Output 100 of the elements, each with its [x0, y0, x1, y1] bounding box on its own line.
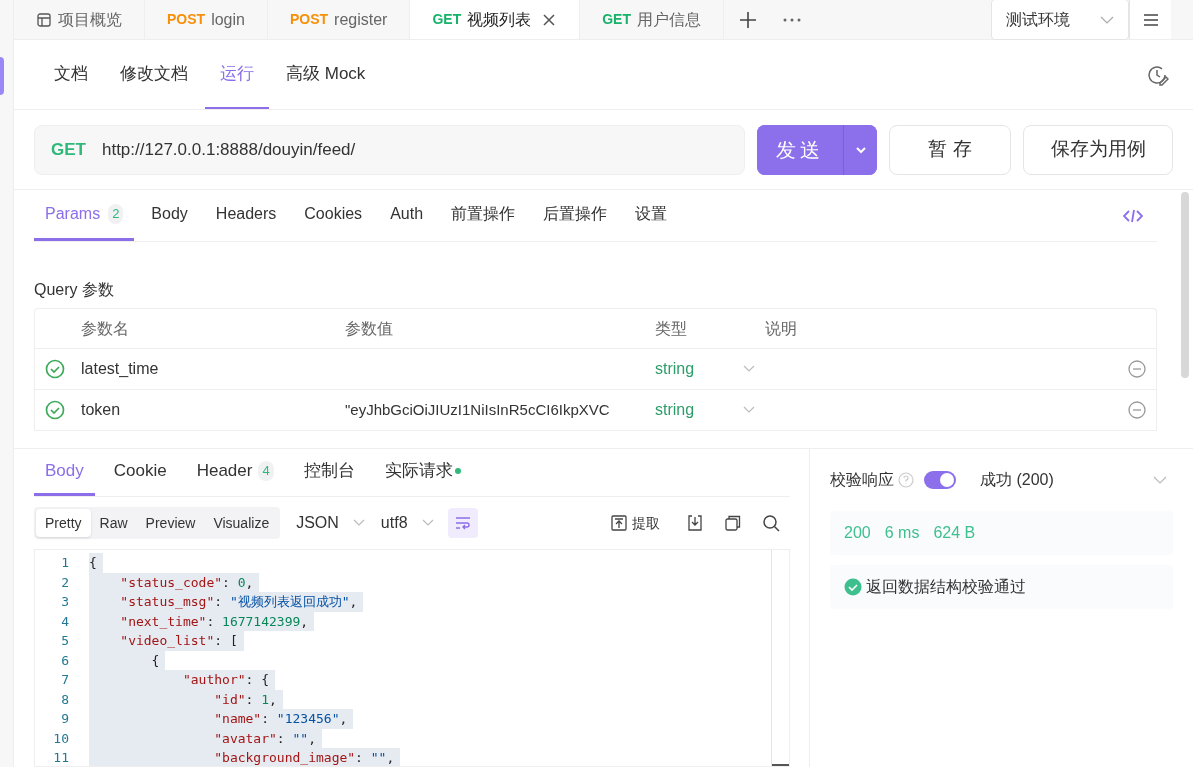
checkbox[interactable] [45, 359, 65, 379]
column-header: 参数名 [80, 318, 130, 339]
method-label: GET [602, 10, 631, 29]
view-mode-tab[interactable]: Preview [136, 509, 205, 537]
tab-label: 视频列表 [467, 9, 532, 30]
line-number: 10 [53, 729, 69, 748]
menu-icon [1142, 13, 1159, 26]
chevron-down-icon [1100, 15, 1114, 24]
wrap-toggle-button[interactable] [447, 508, 478, 538]
check-circle-icon [844, 578, 862, 596]
request-tab[interactable]: Params 2 [34, 190, 135, 241]
column-header: 说明 [765, 318, 798, 339]
param-value: "eyJhbGciOiJIUzI1NiIsInR5cCI6IkpXVC [345, 401, 610, 418]
line-number: 8 [61, 690, 69, 709]
document-tab[interactable]: GET 视频列表 [410, 0, 581, 39]
request-tab[interactable]: Cookies [293, 190, 374, 241]
scrollbar[interactable] [1181, 192, 1189, 378]
checkbox[interactable] [45, 400, 65, 420]
help-icon [898, 472, 914, 488]
param-name: latest_time [81, 359, 159, 379]
method-label: POST [167, 10, 206, 29]
search-icon[interactable] [762, 514, 780, 532]
response-size: 624 B [933, 523, 976, 543]
line-number: 4 [61, 612, 69, 631]
tab-label: 用户信息 [637, 9, 701, 30]
response-tab[interactable]: Cookie [102, 449, 178, 496]
wrap-icon [454, 516, 471, 530]
tab-label: login [211, 9, 245, 30]
line-number: 1 [61, 554, 69, 572]
validation-label: 校验响应 [830, 470, 894, 490]
view-mode-tab[interactable]: Raw [90, 509, 137, 537]
request-tab[interactable]: 设置 [624, 190, 679, 241]
request-tab[interactable]: Headers [204, 190, 288, 241]
line-number: 6 [61, 651, 69, 670]
line-number: 5 [61, 632, 69, 650]
request-tab[interactable]: Auth [379, 190, 435, 241]
mode-tab[interactable]: 运行 [205, 40, 269, 109]
line-number: 2 [61, 573, 69, 592]
close-icon [541, 11, 558, 28]
document-tab[interactable]: GET 用户信息 [580, 0, 724, 39]
url-field[interactable]: GET http://127.0.0.1:8888/douyin/feed/ [34, 124, 745, 175]
remove-icon[interactable] [1128, 401, 1146, 419]
environment-select[interactable]: 测试环境 [991, 0, 1129, 40]
download-icon[interactable] [687, 515, 703, 531]
response-time: 6 ms [884, 523, 920, 543]
save-as-case-button[interactable]: 保存为用例 [1023, 124, 1173, 175]
tab-label: 项目概览 [58, 9, 122, 30]
param-name: token [81, 400, 121, 420]
view-mode-tab[interactable]: Pretty [36, 509, 91, 537]
view-mode-tab[interactable]: Visualize [204, 509, 279, 537]
code-icon [1123, 208, 1143, 223]
method-label: GET [432, 10, 462, 29]
mode-tab[interactable]: 修改文档 [105, 40, 203, 109]
chevron-down-icon [421, 519, 434, 527]
line-number: 7 [61, 671, 69, 689]
document-tab[interactable]: POST login [145, 0, 268, 39]
request-tab[interactable]: 后置操作 [532, 190, 619, 241]
chevron-down-icon [854, 145, 867, 154]
extract-button[interactable]: 提取 [611, 512, 660, 534]
environment-label: 测试环境 [1006, 9, 1070, 30]
request-tab[interactable]: 前置操作 [440, 190, 527, 241]
chevron-down-icon [743, 406, 755, 414]
response-tab[interactable]: Header 4 [185, 449, 285, 496]
active-indicator [0, 57, 4, 95]
section-title: Query 参数 [34, 280, 114, 300]
format-select[interactable]: JSON [296, 511, 365, 535]
plus-icon [738, 9, 758, 30]
url-text: http://127.0.0.1:8888/douyin/feed/ [101, 138, 356, 161]
method-label: POST [289, 10, 329, 29]
validation-message: 返回数据结构校验通过 [866, 577, 1026, 597]
upload-icon [611, 515, 627, 531]
menu-button[interactable] [1129, 0, 1171, 39]
response-tab[interactable]: Body [34, 449, 95, 496]
layout-icon [36, 11, 52, 28]
column-header: 类型 [655, 318, 688, 339]
mode-tab[interactable]: 文档 [39, 40, 103, 109]
more-icon [783, 17, 801, 22]
count-badge: 4 [258, 461, 274, 481]
line-number: 3 [61, 593, 69, 611]
encoding-select[interactable]: utf8 [380, 511, 434, 535]
remove-icon[interactable] [1128, 360, 1146, 378]
column-header: 参数值 [345, 318, 394, 339]
send-dropdown-button[interactable] [843, 124, 877, 175]
line-number: 9 [61, 710, 69, 728]
status-code: 200 [844, 523, 871, 543]
copy-icon[interactable] [725, 515, 741, 531]
mode-tab[interactable]: 高级 Mock [271, 40, 381, 109]
response-tab[interactable]: 实际请求 [373, 449, 472, 496]
toggle-switch[interactable] [924, 471, 956, 489]
response-tab[interactable]: 控制台 [292, 449, 366, 496]
request-tab[interactable]: Body [140, 190, 199, 241]
scrollbar[interactable] [772, 764, 789, 766]
document-tab[interactable]: 项目概览 [14, 0, 145, 39]
chevron-down-icon [1153, 476, 1167, 484]
method-label: GET [51, 138, 86, 161]
chevron-down-icon [352, 519, 365, 527]
chevron-down-icon [743, 365, 755, 373]
validation-result-select[interactable]: 成功 (200) [980, 468, 1054, 492]
save-button[interactable]: 暂 存 [889, 124, 1011, 175]
tab-label: register [334, 9, 388, 30]
